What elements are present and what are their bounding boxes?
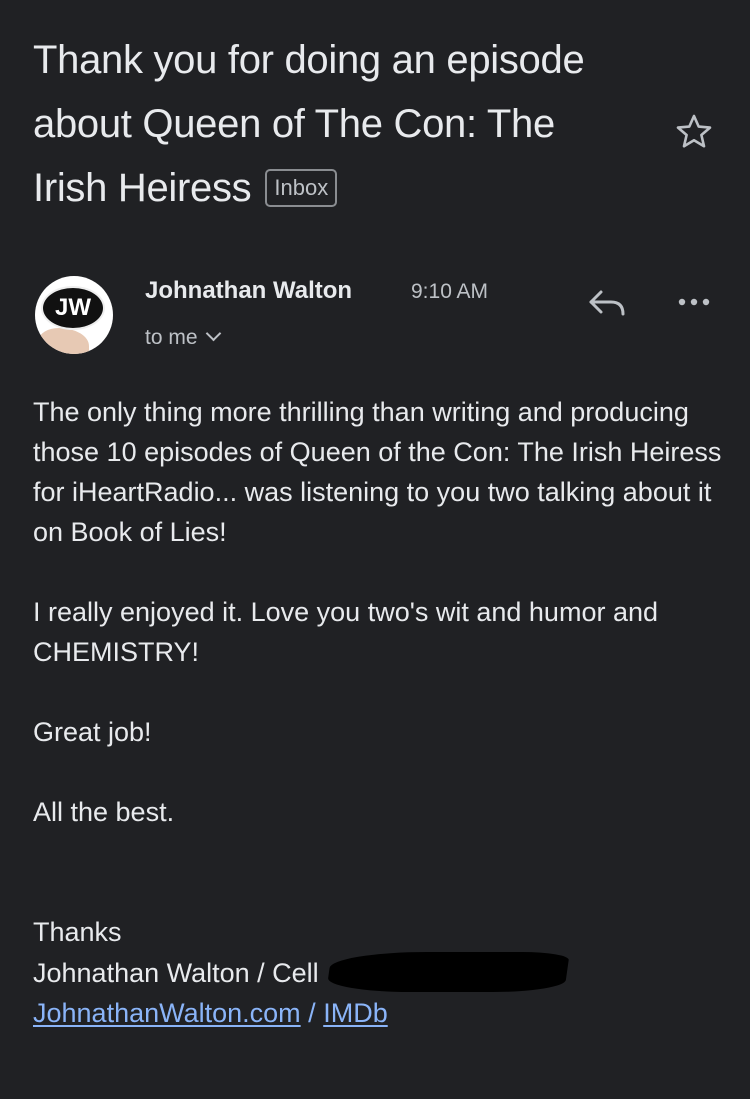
more-options-icon[interactable] [672,290,716,314]
website-link[interactable]: JohnathanWalton.com [33,998,301,1028]
body-paragraph: The only thing more thrilling than writi… [33,397,722,547]
inbox-label-badge[interactable]: Inbox [265,169,338,207]
signature-thanks: Thanks [33,917,122,947]
reply-icon[interactable] [585,283,629,323]
email-subject: Thank you for doing an episode about Que… [33,28,633,220]
body-paragraph: Great job! [33,717,152,747]
star-icon[interactable] [674,112,714,152]
link-separator: / [308,998,316,1028]
avatar-hand [39,328,89,354]
email-body: The only thing more thrilling than writi… [33,392,723,872]
signature-name-line: Johnathan Walton / Cell [33,952,570,993]
sender-avatar[interactable]: JW [35,276,113,354]
body-paragraph: All the best. [33,797,175,827]
email-signature: Thanks Johnathan Walton / Cell Johnathan… [33,912,570,1033]
body-paragraph: I really enjoyed it. Love you two's wit … [33,597,658,667]
signature-name: Johnathan Walton / Cell [33,958,319,988]
chevron-down-icon [205,325,221,342]
redacted-phone-number [325,952,570,992]
recipient-text: to me [145,326,198,349]
sender-name[interactable]: Johnathan Walton [145,277,352,305]
sent-time: 9:10 AM [411,280,489,303]
recipient-details-toggle[interactable]: to me [145,325,221,350]
imdb-link[interactable]: IMDb [323,998,388,1028]
avatar-initials: JW [55,294,91,321]
signature-links: JohnathanWalton.com / IMDb [33,993,567,1033]
